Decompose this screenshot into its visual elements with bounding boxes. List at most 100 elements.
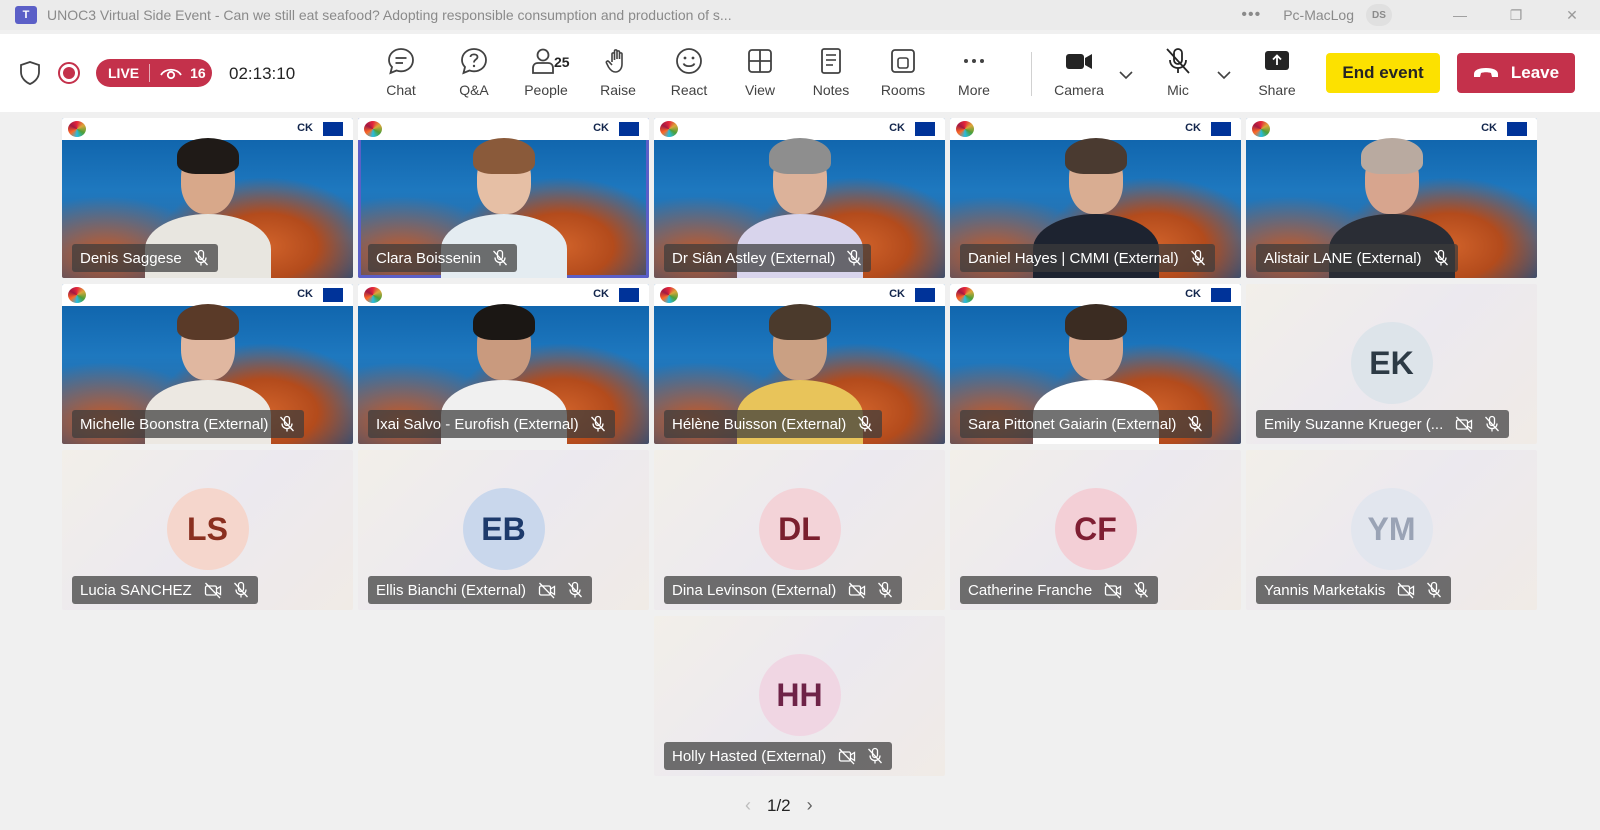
smiley-icon [676, 48, 702, 74]
camera-button[interactable]: Camera [1049, 46, 1109, 106]
next-page-icon[interactable]: › [807, 795, 813, 816]
ck-logo-icon: CK [297, 288, 313, 300]
sdg-logo-icon [660, 121, 678, 137]
account-name[interactable]: Pc-MacLog [1283, 7, 1354, 23]
mic-off-icon [1190, 249, 1205, 266]
view-button[interactable]: View [730, 46, 790, 106]
participant-avatar: CF [1054, 488, 1137, 570]
rooms-label: Rooms [880, 82, 926, 98]
participant-nameplate: Ellis Bianchi (External) [368, 576, 593, 604]
ck-logo-icon: CK [593, 122, 609, 134]
participant-tile[interactable]: CK Sara Pittonet Gaiarin (External) [950, 284, 1241, 444]
participant-nameplate: Dina Levinson (External) [664, 576, 903, 604]
participant-nameplate: Ixai Salvo - Eurofish (External) [368, 410, 615, 438]
raise-hand-button[interactable]: Raise [588, 46, 648, 106]
chat-icon [388, 48, 414, 75]
ck-logo-icon: CK [889, 288, 905, 300]
notes-icon [821, 48, 841, 74]
more-options-icon[interactable]: ••• [1241, 6, 1261, 24]
participant-tile[interactable]: CK Denis Saggese [62, 118, 353, 278]
camera-off-icon [1398, 582, 1415, 599]
eu-flag-icon [619, 122, 639, 136]
sdg-logo-icon [660, 287, 678, 303]
account-avatar[interactable]: DS [1366, 4, 1392, 26]
mic-off-icon [1166, 48, 1190, 74]
mic-off-icon [1188, 415, 1203, 432]
share-label: Share [1258, 82, 1296, 98]
mic-button[interactable]: Mic [1148, 46, 1208, 106]
qa-button[interactable]: Q&A [444, 46, 504, 106]
mic-off-icon [493, 249, 508, 266]
mic-off-icon [1485, 415, 1500, 432]
participant-tile[interactable]: EK Emily Suzanne Krueger (... [1246, 284, 1537, 444]
mic-label: Mic [1167, 82, 1189, 98]
share-button[interactable]: Share [1247, 46, 1307, 106]
participant-nameplate: Hélène Buisson (External) [664, 410, 883, 438]
eu-flag-icon [1211, 288, 1231, 302]
sdg-logo-icon [1252, 121, 1270, 137]
camera-label: Camera [1054, 82, 1104, 98]
participant-name: Yannis Marketakis [1264, 581, 1386, 599]
end-event-button[interactable]: End event [1326, 53, 1440, 93]
participant-nameplate: Sara Pittonet Gaiarin (External) [960, 410, 1213, 438]
live-status-badge[interactable]: LIVE 16 [96, 59, 212, 87]
previous-page-icon[interactable]: ‹ [745, 795, 751, 816]
restore-button[interactable]: ❐ [1488, 0, 1544, 30]
participant-name: Holly Hasted (External) [672, 747, 827, 765]
rooms-button[interactable]: Rooms [873, 46, 933, 106]
mic-off-icon [878, 581, 893, 598]
participant-tile[interactable]: CK Daniel Hayes | CMMI (External) [950, 118, 1241, 278]
participant-avatar: HH [758, 654, 841, 736]
participant-name: Denis Saggese [80, 249, 182, 267]
chat-button[interactable]: Chat [371, 46, 431, 106]
notes-button[interactable]: Notes [801, 46, 861, 106]
leave-label: Leave [1510, 63, 1560, 82]
qa-icon [461, 48, 487, 75]
minimize-button[interactable]: — [1432, 0, 1488, 30]
leave-button[interactable]: Leave [1457, 53, 1575, 93]
camera-off-icon [1105, 582, 1122, 599]
mic-off-icon [847, 249, 862, 266]
eu-flag-icon [915, 122, 935, 136]
shield-icon[interactable] [18, 60, 42, 86]
raise-label: Raise [600, 82, 636, 98]
live-divider [149, 64, 151, 82]
ck-logo-icon: CK [1185, 122, 1201, 134]
participant-tile[interactable]: EB Ellis Bianchi (External) [358, 450, 649, 610]
participant-nameplate: Dr Siân Astley (External) [664, 244, 872, 272]
mic-off-icon [590, 415, 605, 432]
sdg-logo-icon [68, 121, 86, 137]
participant-tile[interactable]: CK Alistair LANE (External) [1246, 118, 1537, 278]
participant-tile[interactable]: CF Catherine Franche [950, 450, 1241, 610]
title-bar: T UNOC3 Virtual Side Event - Can we stil… [0, 0, 1600, 30]
mic-off-icon [1433, 249, 1448, 266]
mic-off-icon [1427, 581, 1442, 598]
participant-name: Hélène Buisson (External) [672, 415, 847, 433]
close-button[interactable]: ✕ [1544, 0, 1600, 30]
participant-nameplate: Emily Suzanne Krueger (... [1256, 410, 1510, 438]
mic-options-chevron-icon[interactable] [1217, 70, 1231, 80]
participant-tile[interactable]: CK Michelle Boonstra (External) [62, 284, 353, 444]
participant-tile[interactable]: CK Dr Siân Astley (External) [654, 118, 945, 278]
participant-tile[interactable]: DL Dina Levinson (External) [654, 450, 945, 610]
participant-tile[interactable]: LS Lucia SANCHEZ [62, 450, 353, 610]
participant-avatar: YM [1350, 488, 1433, 570]
toolbar-divider [1031, 52, 1032, 96]
notes-label: Notes [812, 82, 850, 98]
camera-options-chevron-icon[interactable] [1119, 70, 1133, 80]
people-button[interactable]: 25 People [516, 46, 576, 106]
react-button[interactable]: React [659, 46, 719, 106]
participant-tile[interactable]: HH Holly Hasted (External) [654, 616, 945, 776]
ck-logo-icon: CK [889, 122, 905, 134]
share-icon [1265, 51, 1289, 70]
participant-tile[interactable]: YM Yannis Marketakis [1246, 450, 1537, 610]
mic-off-icon [858, 415, 873, 432]
participant-tile[interactable]: CK Hélène Buisson (External) [654, 284, 945, 444]
more-button[interactable]: More [944, 46, 1004, 106]
participant-tile[interactable]: CK Clara Boissenin [358, 118, 649, 278]
participant-avatar: EB [462, 488, 545, 570]
participant-tile[interactable]: CK Ixai Salvo - Eurofish (External) [358, 284, 649, 444]
participant-name: Alistair LANE (External) [1264, 249, 1422, 267]
mic-off-icon [233, 581, 248, 598]
participant-name: Dr Siân Astley (External) [672, 249, 836, 267]
